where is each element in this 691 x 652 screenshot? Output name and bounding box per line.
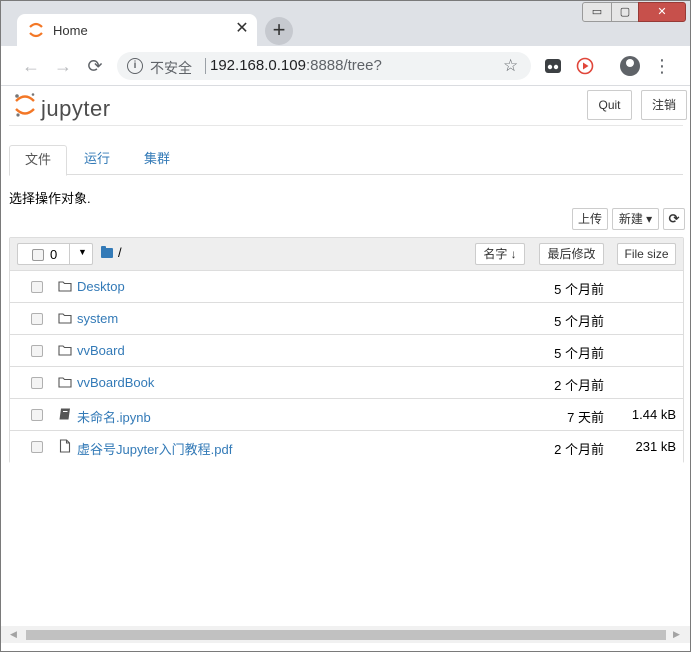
sort-by-size-button[interactable]: File size xyxy=(617,243,676,265)
extension-icon[interactable] xyxy=(544,57,562,75)
select-all-dropdown[interactable]: 0 ▼ xyxy=(17,243,93,265)
tab-files[interactable]: 文件 xyxy=(9,145,67,176)
jupyter-header: jupyter Quit 注销 xyxy=(9,86,687,126)
folder-icon xyxy=(58,375,72,389)
jupyter-favicon-icon xyxy=(29,22,43,38)
selected-count: 0 xyxy=(50,247,58,262)
new-tab-button[interactable]: + xyxy=(265,17,293,45)
select-all-checkbox[interactable] xyxy=(32,249,44,261)
item-link[interactable]: 未命名.ipynb xyxy=(77,407,151,426)
list-item[interactable]: 虚谷号Jupyter入门教程.pdf 2 个月前 231 kB xyxy=(10,431,683,463)
profile-avatar-icon[interactable] xyxy=(620,56,640,76)
new-dropdown-button[interactable]: 新建 ▾ xyxy=(612,208,659,230)
minimize-window-button[interactable]: ▭ xyxy=(582,2,612,22)
file-list: 0 ▼ / 名字 ↓ 最后修改 File size Desktop 5 个月前 sy… xyxy=(9,237,684,463)
notebook-icon xyxy=(58,407,72,421)
info-icon[interactable]: i xyxy=(127,58,143,74)
row-checkbox[interactable] xyxy=(31,409,43,421)
folder-icon xyxy=(58,311,72,325)
folder-icon[interactable] xyxy=(101,246,113,258)
logout-button[interactable]: 注销 xyxy=(641,90,687,120)
url-text[interactable]: 192.168.0.109:8888/tree? xyxy=(210,57,382,74)
item-modified: 2 个月前 xyxy=(554,442,604,457)
item-modified: 5 个月前 xyxy=(554,314,604,329)
security-label: 不安全 xyxy=(150,60,192,76)
item-modified: 2 个月前 xyxy=(554,378,604,393)
file-list-header: 0 ▼ / 名字 ↓ 最后修改 File size xyxy=(10,238,683,271)
quit-button[interactable]: Quit xyxy=(587,90,632,120)
browser-window: Home ✕ + ▭ ▢ ✕ ← → ⟳ i 不安全 192.168.0.109… xyxy=(0,0,691,652)
bookmark-star-icon[interactable]: ☆ xyxy=(503,56,518,76)
item-modified: 7 天前 xyxy=(567,410,604,425)
list-item[interactable]: vvBoardBook 2 个月前 xyxy=(10,367,683,399)
upload-button[interactable]: 上传 xyxy=(572,208,608,230)
item-link[interactable]: 虚谷号Jupyter入门教程.pdf xyxy=(77,439,232,458)
tab-clusters[interactable]: 集群 xyxy=(131,145,183,175)
video-extension-icon[interactable] xyxy=(576,57,594,75)
jupyter-logo-icon xyxy=(15,93,35,117)
caret-down-icon[interactable]: ▼ xyxy=(78,247,87,257)
folder-icon xyxy=(58,343,72,357)
maximize-window-button[interactable]: ▢ xyxy=(611,2,639,22)
address-bar[interactable]: i 不安全 192.168.0.109:8888/tree? ☆ xyxy=(117,52,531,80)
browser-tab-home[interactable]: Home ✕ xyxy=(17,14,257,46)
reload-icon[interactable]: ⟳ xyxy=(83,54,107,78)
folder-icon xyxy=(58,279,72,293)
file-icon xyxy=(58,439,72,453)
list-item[interactable]: vvBoard 5 个月前 xyxy=(10,335,683,367)
breadcrumb-root[interactable]: / xyxy=(118,245,122,260)
tab-running[interactable]: 运行 xyxy=(71,145,123,175)
item-size: 1.44 kB xyxy=(631,407,676,422)
tab-bar: 文件 运行 集群 xyxy=(9,145,683,176)
item-link[interactable]: Desktop xyxy=(77,279,125,294)
logo-text: jupyter xyxy=(41,96,111,121)
address-separator xyxy=(205,58,206,74)
back-arrow-icon[interactable]: ← xyxy=(19,54,43,78)
item-link[interactable]: vvBoard xyxy=(77,343,125,358)
item-modified: 5 个月前 xyxy=(554,282,604,297)
scroll-right-icon[interactable]: ▶ xyxy=(673,629,680,640)
select-hint-text: 选择操作对象. xyxy=(9,191,91,206)
close-window-button[interactable]: ✕ xyxy=(638,2,686,22)
scrollbar-thumb[interactable] xyxy=(26,630,666,640)
item-link[interactable]: vvBoardBook xyxy=(77,375,154,390)
sort-by-modified-button[interactable]: 最后修改 xyxy=(539,243,604,265)
row-checkbox[interactable] xyxy=(31,281,43,293)
row-checkbox[interactable] xyxy=(31,441,43,453)
row-checkbox[interactable] xyxy=(31,345,43,357)
row-checkbox[interactable] xyxy=(31,313,43,325)
sort-by-name-button[interactable]: 名字 ↓ xyxy=(475,243,525,265)
tab-strip: Home ✕ + ▭ ▢ ✕ xyxy=(1,1,690,46)
tab-title: Home xyxy=(53,23,88,38)
item-size: 231 kB xyxy=(635,439,676,454)
list-item[interactable]: Desktop 5 个月前 xyxy=(10,271,683,303)
horizontal-scrollbar[interactable]: ◀ ▶ xyxy=(1,626,690,643)
scroll-left-icon[interactable]: ◀ xyxy=(10,629,17,640)
close-tab-icon[interactable]: ✕ xyxy=(233,20,251,38)
refresh-icon[interactable]: ⟳ xyxy=(663,208,685,230)
list-item[interactable]: system 5 个月前 xyxy=(10,303,683,335)
jupyter-logo[interactable]: jupyter xyxy=(13,92,133,121)
forward-arrow-icon[interactable]: → xyxy=(51,54,75,78)
jupyter-page: jupyter Quit 注销 文件 运行 集群 选择操作对象. 上传 新建 ▾… xyxy=(1,86,690,626)
list-item[interactable]: 未命名.ipynb 7 天前 1.44 kB xyxy=(10,399,683,431)
browser-menu-icon[interactable]: ⋮ xyxy=(653,54,671,78)
item-link[interactable]: system xyxy=(77,311,118,326)
browser-toolbar: ← → ⟳ i 不安全 192.168.0.109:8888/tree? ☆ ⋮ xyxy=(1,46,690,86)
row-checkbox[interactable] xyxy=(31,377,43,389)
item-modified: 5 个月前 xyxy=(554,346,604,361)
